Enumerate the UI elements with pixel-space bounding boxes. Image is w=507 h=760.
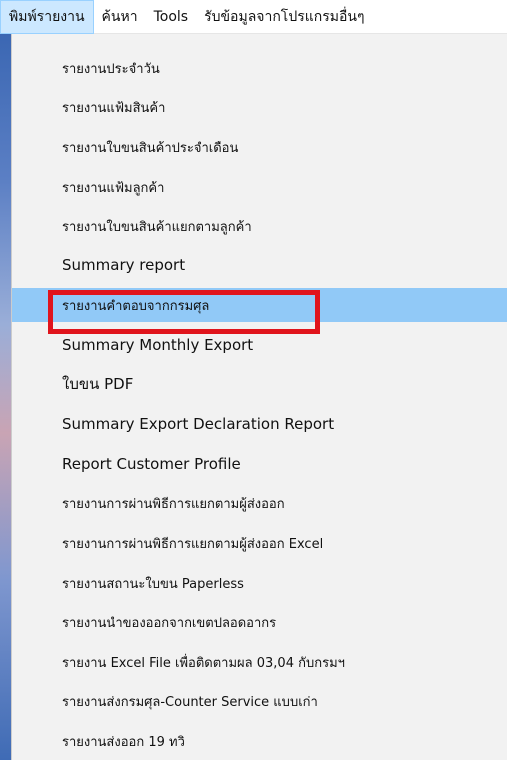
menu-item-report-customer-profile[interactable]: Report Customer Profile: [12, 447, 507, 481]
menu-search[interactable]: ค้นหา: [94, 0, 146, 34]
menu-item-paperless-status-report[interactable]: รายงานสถานะใบขน Paperless: [12, 566, 507, 600]
menu-item-excel-tracking-report[interactable]: รายงาน Excel File เพื่อติดตามผล 03,04 กั…: [12, 645, 507, 679]
menu-bar: พิมพ์รายงาน ค้นหา Tools รับข้อมูลจากโปรแ…: [0, 0, 507, 34]
menu-item-summary-report[interactable]: Summary report: [12, 248, 507, 282]
menu-import-data[interactable]: รับข้อมูลจากโปรแกรมอื่นๆ: [196, 0, 507, 34]
report-dropdown-menu: รายงานประจำวัน รายงานแฟ้มสินค้า รายงานใบ…: [11, 34, 507, 760]
menu-item-summary-monthly-export[interactable]: Summary Monthly Export: [12, 328, 507, 362]
menu-item-clearance-by-exporter-report[interactable]: รายงานการผ่านพิธีการแยกตามผู้ส่งออก: [12, 486, 507, 520]
background-window: [0, 34, 11, 760]
menu-item-counter-service-report[interactable]: รายงานส่งกรมศุล-Counter Service แบบเก่า: [12, 684, 507, 718]
menu-item-daily-report[interactable]: รายงานประจำวัน: [12, 51, 507, 85]
menu-item-free-zone-removal-report[interactable]: รายงานนำของออกจากเขตปลอดอากร: [12, 605, 507, 639]
menu-item-customer-file-report[interactable]: รายงานแฟ้มลูกค้า: [12, 170, 507, 204]
menu-item-monthly-declaration-report[interactable]: รายงานใบขนสินค้าประจำเดือน: [12, 130, 507, 164]
menu-item-export-19-bis-report[interactable]: รายงานส่งออก 19 ทวิ: [12, 724, 507, 758]
menu-item-declaration-pdf[interactable]: ใบขน PDF: [12, 367, 507, 401]
menu-print-report[interactable]: พิมพ์รายงาน: [0, 0, 94, 34]
menu-item-customs-response-report[interactable]: รายงานคำตอบจากกรมศุล: [12, 288, 507, 322]
menu-item-clearance-by-exporter-excel[interactable]: รายงานการผ่านพิธีการแยกตามผู้ส่งออก Exce…: [12, 526, 507, 560]
menu-tools[interactable]: Tools: [146, 0, 197, 34]
menu-item-declaration-by-customer-report[interactable]: รายงานใบขนสินค้าแยกตามลูกค้า: [12, 209, 507, 243]
menu-item-summary-export-declaration-report[interactable]: Summary Export Declaration Report: [12, 407, 507, 441]
screen: พิมพ์รายงาน ค้นหา Tools รับข้อมูลจากโปรแ…: [0, 0, 507, 760]
menu-item-product-file-report[interactable]: รายงานแฟ้มสินค้า: [12, 90, 507, 124]
